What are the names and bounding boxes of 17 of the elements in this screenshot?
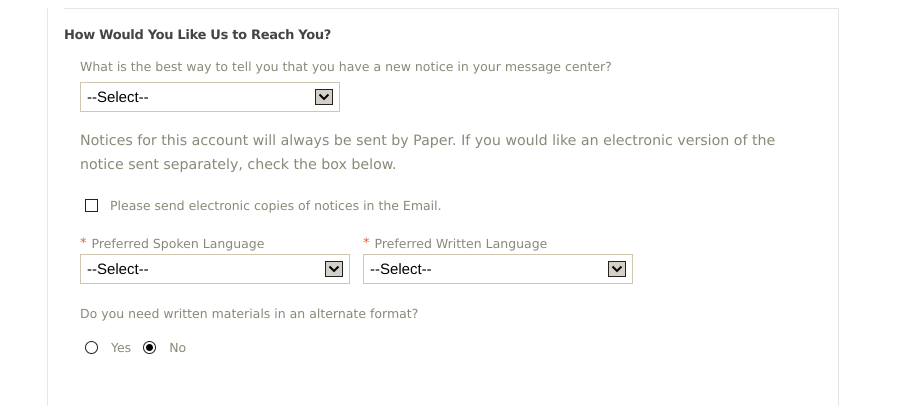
radio-button[interactable] — [143, 341, 156, 354]
question-label: Do you need written materials in an alternate format? — [80, 306, 420, 321]
select-dropdown[interactable]: --Select-- — [80, 254, 350, 284]
info-paragraph: Notices for this account will always be sent by Paper. If you would like an electronic version of the notice sent separately, check the box below. — [80, 132, 776, 175]
field-label: Preferred Written Language — [374, 236, 548, 251]
radio-label: Yes — [111, 340, 132, 355]
radio-button[interactable] — [85, 341, 98, 354]
field-label: Preferred Spoken Language — [92, 236, 264, 251]
section-heading: How Would You Like Us to Reach You? — [64, 28, 332, 43]
checkbox-label: Please send electronic copies of notices in the Email. — [110, 198, 442, 213]
checkbox[interactable] — [85, 199, 98, 212]
select-dropdown[interactable]: --Select-- — [80, 82, 340, 112]
radio-label: No — [169, 340, 186, 355]
required-mark: * — [80, 236, 86, 251]
required-mark: * — [363, 236, 370, 251]
question-label: What is the best way to tell you that you have a new notice in your message center? — [80, 59, 613, 74]
select-dropdown[interactable]: --Select-- — [363, 254, 633, 284]
